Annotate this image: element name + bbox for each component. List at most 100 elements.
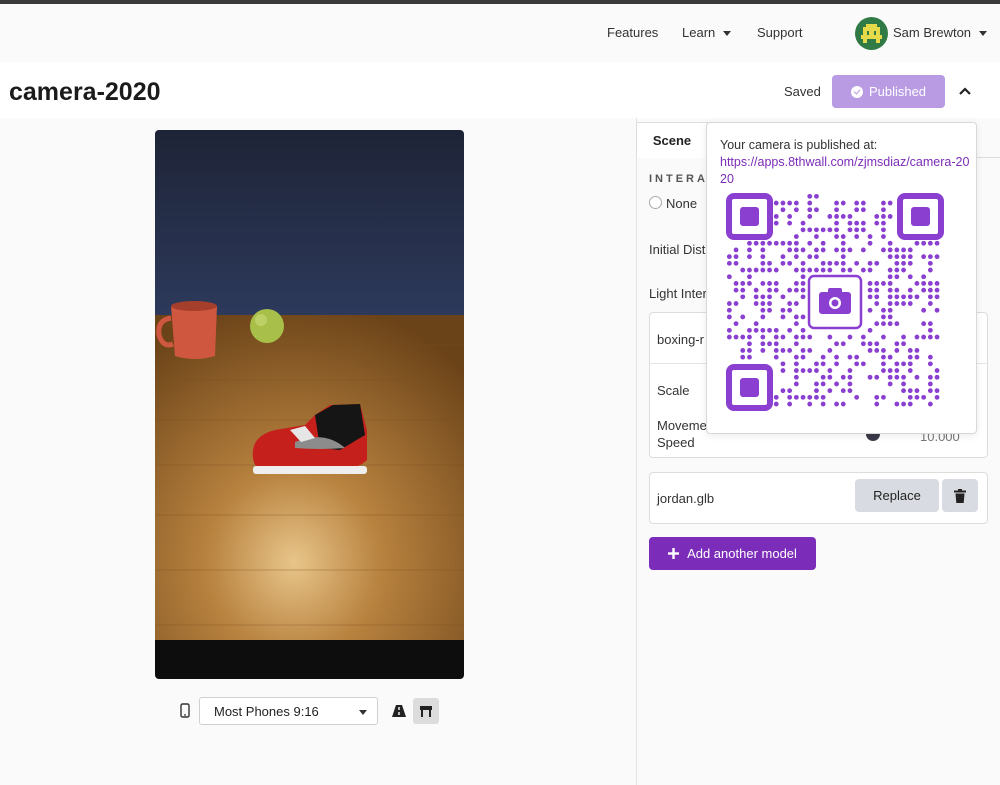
qr-dot (780, 388, 786, 394)
qr-dot (860, 207, 866, 213)
published-url-link[interactable]: https://apps.8thwall.com/zjmsdiaz/camera… (720, 154, 970, 188)
qr-dot (807, 200, 813, 206)
qr-dot (793, 287, 799, 293)
qr-dot (753, 321, 759, 327)
qr-dot (800, 220, 806, 226)
qr-dot (927, 361, 933, 367)
qr-dot (726, 254, 732, 260)
qr-dot (894, 287, 900, 293)
device-aspect-select[interactable]: Most Phones 9:16 (199, 697, 378, 725)
tab-scene[interactable]: Scene (636, 122, 708, 158)
qr-dot (914, 394, 920, 400)
qr-dot (747, 254, 752, 260)
qr-dot (827, 374, 833, 380)
qr-dot (894, 247, 900, 253)
qr-dot (793, 240, 799, 246)
qr-dot (820, 401, 826, 407)
qr-dot (760, 254, 766, 260)
nav-features-link[interactable]: Features (607, 25, 658, 40)
table-mode-button[interactable] (413, 698, 439, 724)
qr-dot (767, 327, 772, 333)
chevron-up-icon[interactable] (958, 84, 972, 98)
qr-dot (814, 394, 819, 400)
qr-dot (726, 327, 732, 333)
add-model-button[interactable]: Add another model (649, 537, 816, 570)
qr-dot (767, 260, 772, 266)
qr-dot (901, 260, 906, 266)
qr-dot (747, 240, 752, 246)
qr-dot (907, 348, 913, 353)
nav-learn-menu[interactable]: Learn (682, 25, 732, 40)
qr-dot (874, 321, 880, 327)
qr-dot (860, 361, 866, 367)
avatar[interactable] (855, 17, 888, 50)
qr-dot (874, 220, 880, 226)
qr-dot (793, 301, 799, 306)
qr-finder-top-left (726, 193, 773, 240)
qr-dot (874, 374, 880, 380)
speed-label: Speed (657, 435, 695, 450)
qr-dot (767, 341, 772, 347)
qr-dot (887, 301, 893, 306)
initial-distance-label: Initial Dist (649, 242, 706, 257)
qr-dot (901, 254, 906, 260)
publish-button[interactable]: Published (832, 75, 945, 108)
qr-dot (881, 207, 886, 213)
camera-preview[interactable] (155, 130, 464, 679)
qr-dot (733, 334, 739, 340)
qr-dot (800, 274, 806, 280)
qr-dot (887, 294, 893, 300)
qr-dot (907, 294, 913, 300)
qr-dot (927, 240, 933, 246)
qr-dot (840, 341, 846, 347)
qr-dot (787, 394, 793, 400)
qr-dot (907, 274, 913, 280)
qr-code[interactable] (726, 193, 944, 411)
qr-dot (726, 334, 732, 340)
qr-dot (907, 260, 913, 266)
qr-dot (921, 307, 927, 313)
qr-dot (854, 207, 860, 213)
qr-dot (773, 214, 779, 219)
qr-dot (733, 321, 739, 327)
qr-dot (901, 341, 906, 347)
qr-dot (753, 327, 759, 333)
qr-dot (800, 334, 806, 340)
qr-dot (740, 334, 746, 340)
qr-dot (773, 394, 779, 400)
qr-dot (807, 348, 813, 353)
qr-dot (793, 368, 799, 373)
radio-none[interactable] (649, 196, 662, 209)
light-intensity-label: Light Inter (649, 286, 707, 301)
road-mode-button[interactable] (386, 698, 412, 724)
qr-dot (767, 307, 772, 313)
user-name: Sam Brewton (893, 25, 972, 40)
qr-dot (934, 394, 940, 400)
qr-dot (760, 307, 766, 313)
qr-dot (747, 281, 752, 286)
qr-dot (860, 341, 866, 347)
nav-learn-label: Learn (682, 25, 716, 40)
nav-support-link[interactable]: Support (757, 25, 803, 40)
delete-model-button[interactable] (942, 479, 978, 512)
qr-dot (827, 267, 833, 273)
qr-dot (834, 214, 839, 219)
qr-dot (860, 200, 866, 206)
qr-dot (787, 401, 793, 407)
qr-dot (773, 220, 779, 226)
qr-dot (793, 381, 799, 387)
qr-dot (847, 381, 853, 387)
project-header: camera-2020 Saved Published (0, 62, 1000, 118)
qr-dot (780, 334, 786, 340)
qr-dot (767, 294, 772, 300)
qr-dot (927, 260, 933, 266)
qr-dot (834, 381, 839, 387)
qr-dot (881, 220, 886, 226)
qr-dot (860, 334, 866, 340)
user-menu[interactable]: Sam Brewton (893, 25, 988, 40)
qr-dot (874, 281, 880, 286)
qr-dot (760, 341, 766, 347)
qr-dot (840, 247, 846, 253)
qr-dot (867, 234, 873, 239)
replace-button[interactable]: Replace (855, 479, 939, 512)
